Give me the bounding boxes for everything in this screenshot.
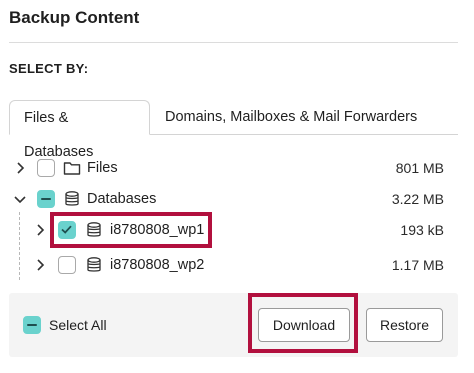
tab-files-databases[interactable]: Files & Databases — [9, 100, 150, 160]
tree-row-wp2: i8780808_wp2 1.17 MB — [9, 250, 458, 280]
tree-item-size: 3.22 MB — [391, 191, 444, 207]
database-icon — [63, 190, 81, 208]
tree-row-databases: Databases 3.22 MB — [9, 184, 458, 214]
tree-item-size: 801 MB — [395, 160, 444, 176]
highlight-box-wp1 — [50, 212, 212, 248]
tree-item-label: i8780808_wp2 — [110, 257, 205, 273]
chevron-right-icon[interactable] — [33, 223, 47, 237]
database-icon — [85, 256, 103, 274]
select-all-checkbox[interactable] — [23, 316, 41, 334]
page-title: Backup Content — [9, 8, 140, 27]
restore-button[interactable]: Restore — [366, 308, 443, 342]
wp2-checkbox[interactable] — [58, 256, 76, 274]
action-bar: Select All Download Restore — [9, 293, 458, 357]
tree-item-size: 1.17 MB — [391, 257, 444, 273]
select-by-label: SELECT BY: — [9, 61, 89, 76]
highlight-box-download — [248, 293, 358, 353]
databases-checkbox[interactable] — [37, 190, 55, 208]
chevron-right-icon[interactable] — [33, 258, 47, 272]
select-all-label[interactable]: Select All — [49, 316, 107, 334]
tab-domains-mailboxes[interactable]: Domains, Mailboxes & Mail Forwarders — [151, 100, 431, 135]
chevron-down-icon[interactable] — [13, 192, 27, 206]
tab-bar: Files & Databases Domains, Mailboxes & M… — [9, 100, 458, 160]
tree-item-size: 193 kB — [400, 222, 444, 238]
tree-item-label: Databases — [87, 191, 157, 207]
header-divider — [9, 42, 458, 43]
